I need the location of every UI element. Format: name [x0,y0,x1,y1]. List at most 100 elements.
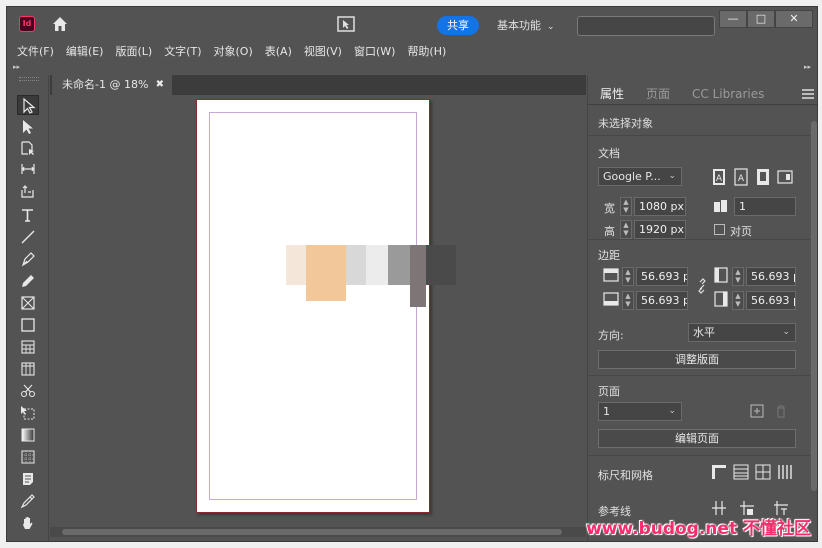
preset-value: Google P... [603,170,661,183]
gap-tool-icon[interactable] [17,159,39,179]
orientation-dropdown[interactable]: 水平 ⌄ [688,323,796,342]
divider [588,239,810,240]
menu-file[interactable]: 文件(F) [17,41,54,63]
pixelated-overlay [286,245,456,307]
edit-page-button[interactable]: 编辑页面 [598,429,796,448]
margin-top-stepper[interactable]: ▲ ▼ [622,267,634,286]
horizontal-scrollbar[interactable] [50,527,586,537]
type-tool-icon[interactable] [17,205,39,225]
workspace-label: 基本功能 [497,19,541,32]
tab-properties[interactable]: 属性 [600,83,624,105]
binding-right-icon[interactable] [776,168,794,186]
panel-tabs: 属性 页面 CC Libraries [588,83,817,105]
menu-view[interactable]: 视图(V) [304,41,342,63]
panel-scrollbar[interactable] [811,121,817,491]
baseline-grid-icon[interactable] [732,463,750,481]
divider [588,375,810,376]
pen-tool-icon[interactable] [17,249,39,269]
workspace-switcher[interactable]: 基本功能 ⌄ [497,17,555,33]
chevron-down-icon: ⌄ [782,327,790,337]
document-section-label: 文档 [598,147,620,160]
toolbar-grip[interactable] [19,77,39,81]
margin-top-icon [603,268,619,282]
height-label: 高 [604,225,615,238]
margin-top-field[interactable]: 56.693 p [636,267,688,286]
landscape-orientation-icon[interactable]: A [732,168,750,186]
document-tab-title: 未命名-1 @ 18% [62,78,149,91]
scissors-tool-icon[interactable] [17,381,39,401]
document-grid-icon[interactable] [754,463,772,481]
rectangle-frame-tool-icon[interactable] [17,293,39,313]
width-field[interactable]: 1080 px [634,197,686,216]
pencil-tool-icon[interactable] [17,271,39,291]
screen-mode-icon[interactable] [337,16,355,32]
link-margins-icon[interactable] [694,278,712,296]
direct-selection-tool-icon[interactable] [17,117,39,137]
height-stepper[interactable]: ▲ ▼ [620,220,632,239]
grid-tool-icon[interactable] [17,359,39,379]
minimize-button[interactable]: — [719,10,747,28]
page-dropdown[interactable]: 1 ⌄ [598,402,682,421]
expand-toolbar-icon[interactable]: ▸▸ [13,63,20,71]
binding-left-icon[interactable] [754,168,772,186]
document-tab[interactable]: 未命名-1 @ 18% ✖ [52,75,172,95]
margin-bottom-stepper[interactable]: ▲ ▼ [622,291,634,310]
eyedropper-tool-icon[interactable] [17,491,39,511]
gradient-swatch-tool-icon[interactable] [17,425,39,445]
hand-tool-icon[interactable] [17,513,39,533]
tab-cc-libraries[interactable]: CC Libraries [692,83,764,105]
chevron-down-icon: ⌄ [668,406,676,416]
note-tool-icon[interactable] [17,469,39,489]
facing-pages-checkbox[interactable] [714,224,725,235]
height-field[interactable]: 1920 px [634,220,686,239]
margin-inside-field[interactable]: 56.693 p [746,267,796,286]
document-preset-dropdown[interactable]: Google P... ⌄ [598,167,682,186]
selection-tool-icon[interactable] [17,95,39,115]
portrait-orientation-icon[interactable]: A [710,168,728,186]
gradient-feather-tool-icon[interactable] [17,447,39,467]
properties-panel: 属性 页面 CC Libraries 未选择对象 文档 Google P... ⌄… [587,75,817,541]
close-button[interactable]: ✕ [775,10,813,28]
share-button[interactable]: 共享 [437,16,479,35]
document-page[interactable] [196,99,430,513]
menu-table[interactable]: 表(A) [265,41,292,63]
scrollbar-thumb[interactable] [62,529,562,535]
adjust-layout-button[interactable]: 调整版面 [598,350,796,369]
no-selection-label: 未选择对象 [598,117,653,130]
delete-page-icon[interactable] [774,404,788,418]
expand-panels-icon[interactable]: ▸▸ [804,63,811,71]
margins-section-label: 边距 [598,249,620,262]
document-tab-bar: 未命名-1 @ 18% ✖ [50,75,586,95]
menu-layout[interactable]: 版面(L) [115,41,152,63]
panel-menu-icon[interactable] [802,89,814,99]
layout-grid-icon[interactable] [776,463,794,481]
margin-bottom-field[interactable]: 56.693 p [636,291,688,310]
title-bar: Id 共享 基本功能 ⌄ — □ ✕ [7,7,817,41]
menu-edit[interactable]: 编辑(E) [66,41,104,63]
margin-guides [209,112,417,500]
menu-help[interactable]: 帮助(H) [407,41,446,63]
tab-pages[interactable]: 页面 [646,83,670,105]
menu-window[interactable]: 窗口(W) [354,41,395,63]
margin-outside-field[interactable]: 56.693 p [746,291,796,310]
home-icon[interactable] [51,15,69,33]
pages-count-field[interactable]: 1 [734,197,796,216]
table-tool-icon[interactable] [17,337,39,357]
chevron-down-icon: ⌄ [668,171,676,181]
width-stepper[interactable]: ▲ ▼ [620,197,632,216]
close-tab-icon[interactable]: ✖ [156,75,164,95]
add-page-icon[interactable] [750,404,764,418]
content-collector-icon[interactable] [17,181,39,201]
margin-inside-stepper[interactable]: ▲ ▼ [732,267,744,286]
page-tool-icon[interactable] [17,138,39,158]
line-tool-icon[interactable] [17,227,39,247]
rectangle-tool-icon[interactable] [17,315,39,335]
menu-object[interactable]: 对象(O) [214,41,253,63]
document-canvas[interactable] [50,95,586,537]
ruler-icon[interactable] [710,463,728,481]
margin-outside-stepper[interactable]: ▲ ▼ [732,291,744,310]
search-input[interactable] [577,16,715,36]
free-transform-tool-icon[interactable] [17,403,39,423]
maximize-button[interactable]: □ [747,10,775,28]
menu-type[interactable]: 文字(T) [164,41,201,63]
